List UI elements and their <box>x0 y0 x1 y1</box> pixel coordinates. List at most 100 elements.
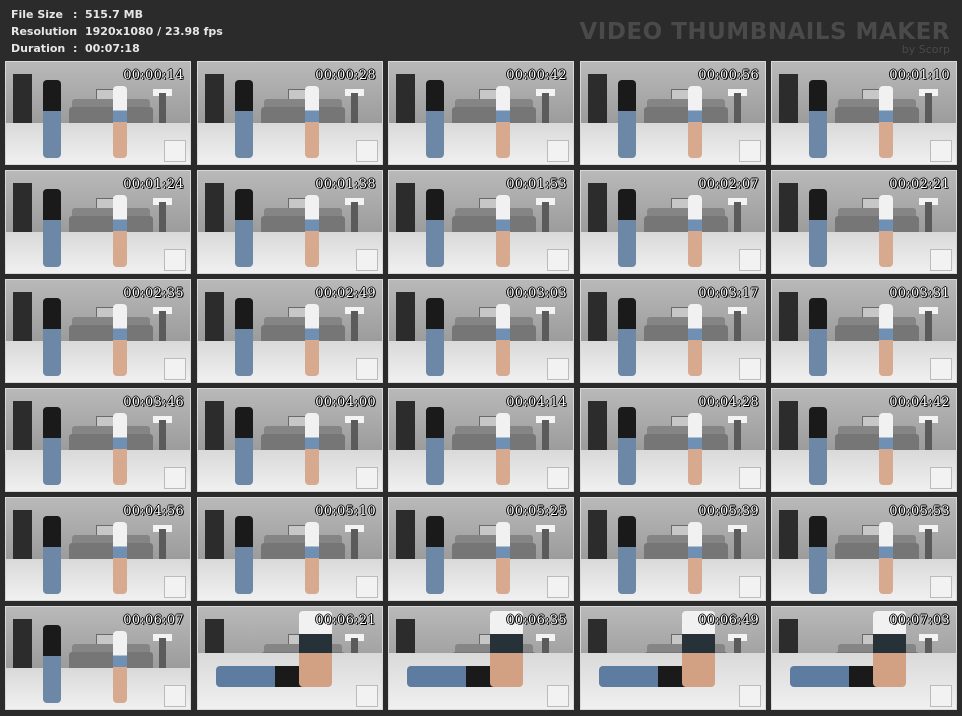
scene-floor <box>772 341 956 382</box>
scene-person-light <box>495 304 511 376</box>
thumbnail-timestamp: 00:00:14 <box>123 68 184 83</box>
video-thumbnail[interactable]: 00:05:25 <box>388 497 574 601</box>
thumbnail-timestamp: 00:03:03 <box>506 286 567 301</box>
video-thumbnail[interactable]: 00:04:28 <box>580 388 766 492</box>
thumbnail-grid: 00:00:14 00:00:28 00:00:42 00:00:56 00:01:10… <box>5 61 957 711</box>
scene-floor <box>581 123 765 164</box>
video-thumbnail[interactable]: 00:00:28 <box>197 61 383 165</box>
scene-side-table <box>547 248 570 271</box>
resolution-colon: : <box>73 25 78 38</box>
scene-side-table <box>547 684 570 707</box>
video-thumbnail[interactable]: 00:06:07 <box>5 606 191 710</box>
video-thumbnail[interactable]: 00:07:03 <box>771 606 957 710</box>
video-thumbnail[interactable]: 00:01:10 <box>771 61 957 165</box>
brand-watermark: VIDEO THUMBNAILS MAKER by Scorp <box>579 20 950 55</box>
scene-floor <box>389 123 573 164</box>
video-thumbnail[interactable]: 00:06:35 <box>388 606 574 710</box>
thumbnail-timestamp: 00:06:21 <box>315 613 376 628</box>
scene-side-table <box>356 684 379 707</box>
scene-side-table <box>547 139 570 162</box>
thumbnail-timestamp: 00:01:10 <box>889 68 950 83</box>
scene-person-light <box>878 413 894 485</box>
video-thumbnail[interactable]: 00:03:31 <box>771 279 957 383</box>
scene-person-dark <box>617 80 637 158</box>
thumbnail-timestamp: 00:04:14 <box>506 395 567 410</box>
video-thumbnail[interactable]: 00:05:39 <box>580 497 766 601</box>
scene-person-dark <box>425 407 445 485</box>
thumbnail-timestamp: 00:04:00 <box>315 395 376 410</box>
video-thumbnail[interactable]: 00:04:42 <box>771 388 957 492</box>
scene-side-table <box>164 139 187 162</box>
scene-person-dark <box>234 80 254 158</box>
resolution-label: Resolution <box>11 25 78 38</box>
scene-person-dark <box>617 189 637 267</box>
scene-person-dark <box>617 516 637 594</box>
scene-person-dark <box>425 298 445 376</box>
video-thumbnail[interactable]: 00:05:53 <box>771 497 957 601</box>
video-thumbnail[interactable]: 00:00:56 <box>580 61 766 165</box>
video-thumbnail[interactable]: 00:03:46 <box>5 388 191 492</box>
scene-floor <box>6 341 190 382</box>
scene-side-table <box>164 575 187 598</box>
video-thumbnail[interactable]: 00:01:24 <box>5 170 191 274</box>
scene-person-dark <box>425 189 445 267</box>
video-thumbnail[interactable]: 00:04:00 <box>197 388 383 492</box>
file-metadata: File Size : 515.7 MB Resolution : 1920x1… <box>11 6 223 57</box>
video-thumbnail[interactable]: 00:05:10 <box>197 497 383 601</box>
brand-subtitle: by Scorp <box>901 43 950 56</box>
video-thumbnail[interactable]: 00:02:21 <box>771 170 957 274</box>
scene-person-light <box>112 195 128 267</box>
video-thumbnail[interactable]: 00:01:38 <box>197 170 383 274</box>
thumbnail-timestamp: 00:06:07 <box>123 613 184 628</box>
info-header: File Size : 515.7 MB Resolution : 1920x1… <box>0 0 962 58</box>
scene-person-light <box>495 86 511 158</box>
scene-side-table <box>356 248 379 271</box>
scene-person-dark <box>808 80 828 158</box>
resolution-value: 1920x1080 / 23.98 fps <box>85 25 223 38</box>
scene-person-dark <box>808 516 828 594</box>
thumbnail-timestamp: 00:03:17 <box>698 286 759 301</box>
video-thumbnail[interactable]: 00:01:53 <box>388 170 574 274</box>
thumbnail-timestamp: 00:03:46 <box>123 395 184 410</box>
scene-person-light <box>304 413 320 485</box>
video-thumbnail[interactable]: 00:04:14 <box>388 388 574 492</box>
scene-person-light <box>304 86 320 158</box>
scene-floor <box>581 232 765 273</box>
scene-side-table <box>547 357 570 380</box>
scene-side-table <box>164 466 187 489</box>
scene-person-light <box>304 522 320 594</box>
scene-person-light <box>112 86 128 158</box>
thumbnail-timestamp: 00:01:38 <box>315 177 376 192</box>
thumbnail-timestamp: 00:03:31 <box>889 286 950 301</box>
video-thumbnail[interactable]: 00:02:07 <box>580 170 766 274</box>
video-thumbnail[interactable]: 00:00:42 <box>388 61 574 165</box>
video-thumbnail[interactable]: 00:03:03 <box>388 279 574 383</box>
scene-side-table <box>164 248 187 271</box>
video-thumbnail[interactable]: 00:06:21 <box>197 606 383 710</box>
thumbnail-timestamp: 00:04:56 <box>123 504 184 519</box>
scene-person-light <box>304 195 320 267</box>
scene-person-dark <box>234 189 254 267</box>
scene-floor <box>772 450 956 491</box>
scene-side-table <box>356 575 379 598</box>
scene-person-light <box>687 304 703 376</box>
scene-side-table <box>356 357 379 380</box>
scene-person-dark <box>808 298 828 376</box>
scene-side-table <box>356 466 379 489</box>
video-thumbnail[interactable]: 00:04:56 <box>5 497 191 601</box>
scene-person-dark <box>808 189 828 267</box>
video-thumbnail[interactable]: 00:02:49 <box>197 279 383 383</box>
thumbnail-timestamp: 00:00:56 <box>698 68 759 83</box>
scene-side-table <box>930 248 953 271</box>
thumbnail-timestamp: 00:05:10 <box>315 504 376 519</box>
scene-side-table <box>356 139 379 162</box>
video-thumbnail[interactable]: 00:00:14 <box>5 61 191 165</box>
scene-side-table <box>739 139 762 162</box>
video-thumbnail[interactable]: 00:02:35 <box>5 279 191 383</box>
scene-person-dark <box>234 298 254 376</box>
video-thumbnail[interactable]: 00:06:49 <box>580 606 766 710</box>
scene-person-dark <box>42 625 62 703</box>
duration-value: 00:07:18 <box>85 42 140 55</box>
scene-side-table <box>739 466 762 489</box>
video-thumbnail[interactable]: 00:03:17 <box>580 279 766 383</box>
